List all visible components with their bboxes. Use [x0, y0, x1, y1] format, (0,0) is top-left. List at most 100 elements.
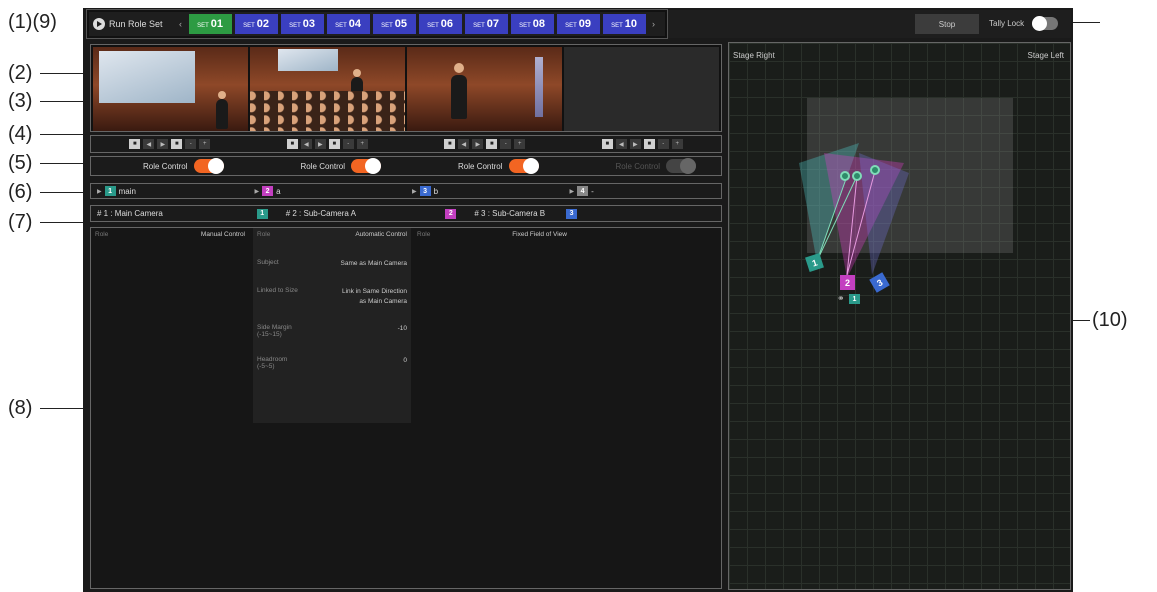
camera-icon[interactable]: ■ [286, 139, 298, 149]
camera-badge: 1 [256, 208, 268, 219]
camera-icon[interactable]: ■ [643, 139, 655, 149]
camera-icon[interactable]: ■ [601, 139, 613, 149]
group-row: ▶ 1 main ▶ 2 a ▶ 3 b ▶ 4- [90, 183, 722, 199]
zoom-out-button[interactable]: - [185, 139, 197, 149]
camera-icon[interactable]: ■ [328, 139, 340, 149]
set-prefix: SET [289, 23, 301, 29]
group-name: - [591, 186, 594, 196]
camera-preview-4[interactable] [564, 47, 719, 131]
run-role-set-button[interactable]: Run Role Set [93, 18, 173, 30]
group-item-2[interactable]: ▶ 2 a [249, 184, 407, 198]
headroom-setting[interactable]: Headroom (-5~5) 0 [253, 356, 411, 370]
tally-lock-toggle[interactable] [1032, 16, 1058, 31]
callout-2: (2) [8, 62, 33, 84]
set-number: 08 [532, 18, 545, 30]
set-prev-arrow[interactable]: ‹ [176, 19, 186, 29]
zoom-in-button[interactable]: + [514, 139, 526, 149]
group-item-4[interactable]: ▶ 4- [564, 184, 722, 198]
group-item-3[interactable]: ▶ 3 b [406, 184, 564, 198]
camera-preview-1[interactable] [93, 47, 248, 131]
set-number: 06 [440, 18, 453, 30]
role-column-2: Role Automatic Control Subject Same as Mai… [253, 228, 411, 423]
camera-item-2[interactable]: # 2 : Sub-Camera A 2 [280, 206, 469, 221]
pan-right-button[interactable]: ▶ [314, 139, 326, 149]
camera-icon[interactable]: ■ [129, 139, 141, 149]
role-control-label: Role Control [143, 161, 188, 171]
pan-left-button[interactable]: ◀ [458, 139, 470, 149]
set-button-02[interactable]: SET 02 [234, 14, 278, 34]
callout-3: (3) [8, 90, 33, 112]
zoom-out-button[interactable]: - [657, 139, 669, 149]
pan-right-button[interactable]: ▶ [157, 139, 169, 149]
camera-item-3[interactable]: # 3 : Sub-Camera B 3 [468, 206, 657, 221]
linked-to-size-setting[interactable]: Linked to Size Link in Same Direction as … [253, 287, 411, 307]
group-item-1[interactable]: ▶ 1 main [91, 184, 249, 198]
pan-right-button[interactable]: ▶ [629, 139, 641, 149]
zoom-in-button[interactable]: + [671, 139, 683, 149]
role-value-fixed[interactable]: Fixed Field of View [512, 231, 567, 238]
camera-label: # 3 : Sub-Camera B [474, 209, 546, 218]
set-button-09[interactable]: SET 09 [556, 14, 600, 34]
set-button-03[interactable]: SET 03 [280, 14, 324, 34]
camera-marker-2[interactable]: 2 [840, 275, 855, 290]
side-margin-setting[interactable]: Side Margin (-15~15) -10 [253, 324, 411, 338]
set-button-06[interactable]: SET 06 [418, 14, 462, 34]
link-badge: 1 [849, 294, 860, 304]
set-prefix: SET [519, 23, 531, 29]
role-control-toggle-2[interactable] [351, 158, 381, 174]
camera-preview-3[interactable] [407, 47, 562, 131]
role-control-1: Role Control [91, 157, 249, 175]
callout-7: (7) [8, 211, 33, 233]
role-control-toggle-1[interactable] [193, 158, 224, 174]
subject-marker[interactable] [852, 171, 862, 181]
set-button-05[interactable]: SET 05 [372, 14, 416, 34]
right-toolbar: Stop Tally Lock [668, 10, 1071, 38]
zoom-in-button[interactable]: + [356, 139, 368, 149]
set-button-07[interactable]: SET 07 [464, 14, 508, 34]
role-control-label: Role Control [458, 161, 503, 171]
set-button-10[interactable]: SET 10 [602, 14, 646, 34]
pan-right-button[interactable]: ▶ [472, 139, 484, 149]
pan-left-button[interactable]: ◀ [143, 139, 155, 149]
role-settings-panel: Role Manual Control Role Automatic Control… [90, 227, 722, 589]
group-badge: 1 [104, 186, 116, 196]
camera-icon[interactable]: ■ [171, 139, 183, 149]
zoom-in-button[interactable]: + [199, 139, 211, 149]
stop-button[interactable]: Stop [915, 14, 979, 34]
callout-1-9: (1)(9) [8, 11, 57, 33]
role-control-toggle-3[interactable] [508, 158, 539, 174]
role-set-bar: Run Role Set ‹ SET 01 SET 02 SET 03 SET 04 SET 05… [86, 9, 668, 39]
pan-left-button[interactable]: ◀ [615, 139, 627, 149]
set-button-01[interactable]: SET 01 [188, 14, 232, 34]
camera-previews [90, 44, 722, 132]
set-button-08[interactable]: SET 08 [510, 14, 554, 34]
camera-item-1[interactable]: # 1 : Main Camera 1 [91, 206, 280, 221]
set-number: 09 [578, 18, 591, 30]
camera-row-spacer [657, 206, 721, 221]
role-value-automatic[interactable]: Automatic Control [355, 231, 407, 238]
tally-lock-label: Tally Lock [989, 19, 1025, 28]
stage-map[interactable]: Stage Right Stage Left 1 2 3 ⚭ 1 [728, 42, 1071, 590]
set-prefix: SET [565, 23, 577, 29]
camera-badge: 3 [566, 208, 578, 219]
camera-fov-overlay [799, 143, 909, 278]
role-value-manual[interactable]: Manual Control [201, 231, 245, 238]
subject-marker[interactable] [840, 171, 850, 181]
camera-icon[interactable]: ■ [444, 139, 456, 149]
zoom-out-button[interactable]: - [500, 139, 512, 149]
expand-caret-icon: ▶ [412, 188, 417, 195]
role-control-toggle-4[interactable] [666, 158, 696, 174]
set-button-04[interactable]: SET 04 [326, 14, 370, 34]
set-number: 07 [486, 18, 499, 30]
callout-10: (10) [1092, 309, 1128, 331]
set-prefix: SET [381, 23, 393, 29]
callout-line-10 [1070, 320, 1090, 321]
subject-setting[interactable]: Subject Same as Main Camera [253, 259, 411, 269]
pan-left-button[interactable]: ◀ [300, 139, 312, 149]
zoom-out-button[interactable]: - [342, 139, 354, 149]
callout-8: (8) [8, 397, 33, 419]
camera-preview-2[interactable] [250, 47, 405, 131]
camera-icon[interactable]: ■ [486, 139, 498, 149]
subject-marker[interactable] [870, 165, 880, 175]
set-next-arrow[interactable]: › [649, 19, 659, 29]
